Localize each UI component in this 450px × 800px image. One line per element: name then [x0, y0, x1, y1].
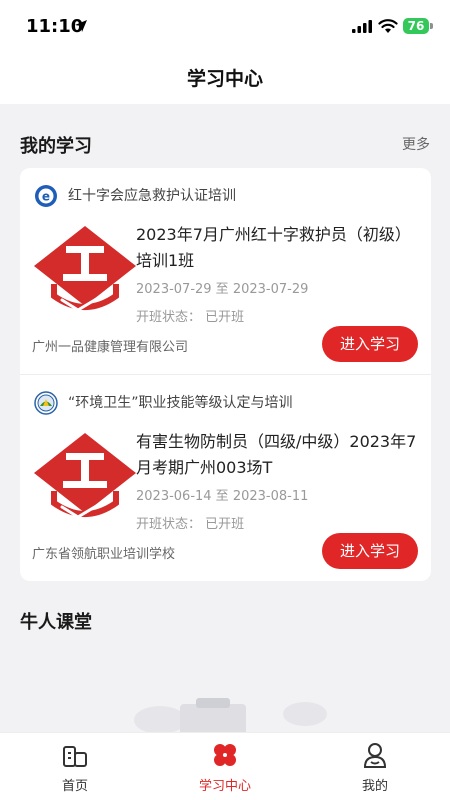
tab-study-center[interactable]: 学习中心	[150, 733, 300, 800]
course-cover-icon	[34, 433, 136, 519]
tab-label: 学习中心	[198, 779, 251, 794]
course-date: 2023-07-29 至 2023-07-29	[136, 282, 309, 297]
more-link[interactable]: 更多	[402, 134, 430, 154]
course-date: 2023-06-14 至 2023-08-11	[136, 489, 309, 504]
tab-mine[interactable]: 我的	[300, 733, 450, 800]
bottom-tab-bar: 首页 学习中心 我的	[0, 732, 450, 800]
enter-study-button[interactable]: 进入学习	[322, 326, 418, 362]
my-study-card: e 红十字会应急救护认证培训 2023年7月广州红十字救护员（初级）培训1班 2…	[20, 168, 431, 581]
organization-name: 广州一品健康管理有限公司	[32, 340, 189, 355]
tab-label: 首页	[61, 779, 88, 794]
enter-study-button[interactable]: 进入学习	[322, 533, 418, 569]
battery-cap	[430, 23, 433, 29]
page-header: 学习中心	[0, 56, 450, 104]
study-item[interactable]: e 红十字会应急救护认证培训 2023年7月广州红十字救护员（初级）培训1班 2…	[20, 168, 431, 374]
program-name: “环境卫生”职业技能等级认定与培训	[68, 395, 293, 411]
course-status: 开班状态： 已开班	[136, 310, 245, 325]
location-arrow-icon	[75, 20, 87, 32]
tab-home[interactable]: 首页	[0, 733, 150, 800]
cellular-signal-icon	[352, 20, 372, 33]
svg-text:e: e	[42, 190, 50, 204]
clover-icon	[214, 744, 236, 766]
empty-clipboard-icon	[134, 698, 327, 740]
my-study-title: 我的学习	[20, 136, 92, 157]
wifi-icon	[378, 19, 398, 33]
course-title: 有害生物防制员（四级/中级）2023年7月考期广州003场T	[136, 432, 417, 477]
profile-icon	[363, 743, 387, 768]
course-cover-icon	[34, 226, 136, 312]
tab-label: 我的	[361, 779, 388, 794]
organization-name: 广东省领航职业培训学校	[32, 547, 176, 562]
page-title: 学习中心	[186, 68, 263, 90]
program-name: 红十字会应急救护认证培训	[68, 188, 236, 204]
red-cross-e-logo-icon: e	[35, 185, 57, 207]
status-bar: 11:10 76	[0, 0, 450, 56]
battery-icon: 76	[403, 18, 429, 34]
course-title: 2023年7月广州红十字救护员（初级）培训1班	[136, 225, 411, 270]
home-building-icon	[63, 746, 87, 767]
study-item[interactable]: “环境卫生”职业技能等级认定与培训 有害生物防制员（四级/中级）2023年7月考…	[20, 374, 431, 580]
niu-class-title: 牛人课堂	[20, 612, 92, 633]
course-status: 开班状态： 已开班	[136, 517, 245, 532]
association-seal-icon	[34, 391, 58, 415]
